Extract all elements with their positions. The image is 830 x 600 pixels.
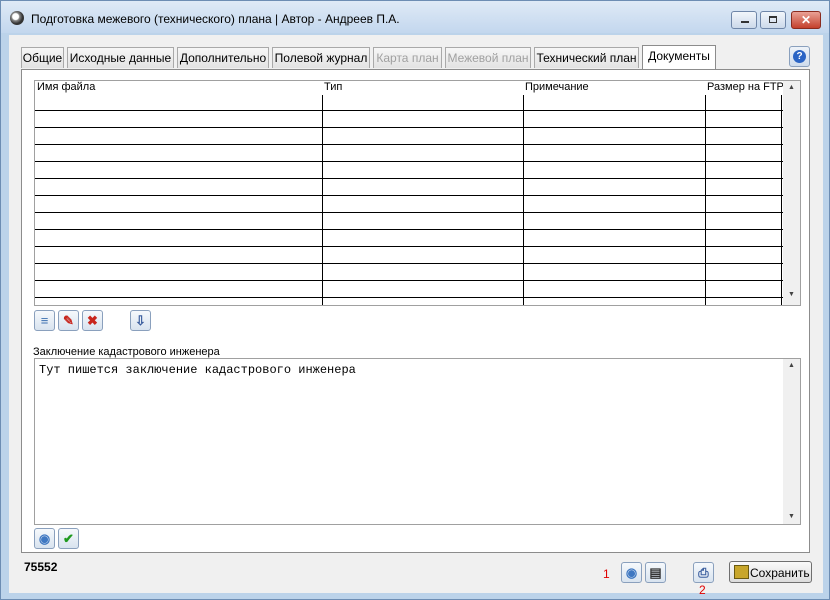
- tab-source-data[interactable]: Исходные данные: [67, 47, 174, 68]
- document-icon: ▤: [649, 565, 662, 580]
- table-row[interactable]: [35, 214, 783, 230]
- title-bar[interactable]: Подготовка межевого (технического) плана…: [1, 1, 829, 33]
- save-button[interactable]: Сохранить: [729, 561, 812, 583]
- table-row[interactable]: [35, 95, 783, 111]
- add-document-button[interactable]: ≡: [34, 310, 55, 331]
- checkmark-icon: ✔: [63, 531, 74, 546]
- column-header-ftp-size[interactable]: Размер на FTP: [707, 81, 783, 95]
- documents-table[interactable]: Имя файла Тип Примечание Размер на FTP ▲…: [34, 80, 801, 306]
- conclusion-label: Заключение кадастрового инженера: [33, 346, 220, 358]
- pencil-icon: ✎: [63, 313, 74, 328]
- tab-field-journal[interactable]: Полевой журнал: [272, 47, 370, 68]
- scroll-down-icon[interactable]: ▼: [783, 510, 800, 524]
- table-body: [35, 95, 783, 305]
- table-row[interactable]: [35, 180, 783, 196]
- maximize-button[interactable]: [760, 11, 786, 29]
- delete-document-button[interactable]: ✖: [82, 310, 103, 331]
- record-code: 75552: [24, 560, 58, 574]
- tab-general[interactable]: Общие: [21, 47, 64, 68]
- export-icon: ⇩: [135, 313, 146, 328]
- tab-boundary-plan[interactable]: Межевой план: [445, 47, 531, 68]
- app-icon: [10, 11, 24, 25]
- close-icon: ✕: [800, 13, 812, 27]
- minimize-button[interactable]: [731, 11, 757, 29]
- export-document-button[interactable]: ⇩: [130, 310, 151, 331]
- disc-button[interactable]: ◉: [621, 562, 642, 583]
- disc-icon: ◉: [38, 531, 51, 546]
- table-row[interactable]: [35, 112, 783, 128]
- table-row[interactable]: [35, 129, 783, 145]
- column-header-filename[interactable]: Имя файла: [37, 81, 321, 95]
- scroll-up-icon[interactable]: ▲: [783, 359, 800, 373]
- scroll-up-icon[interactable]: ▲: [783, 81, 800, 95]
- tab-additional[interactable]: Дополнительно: [177, 47, 269, 68]
- tab-documents[interactable]: Документы: [642, 45, 716, 69]
- conclusion-apply-button[interactable]: ✔: [58, 528, 79, 549]
- column-divider: [523, 95, 524, 305]
- table-row[interactable]: [35, 163, 783, 179]
- table-row[interactable]: [35, 146, 783, 162]
- column-divider: [781, 95, 782, 305]
- table-vertical-scrollbar[interactable]: ▲ ▼: [783, 81, 800, 305]
- table-row[interactable]: [35, 197, 783, 213]
- window-title: Подготовка межевого (технического) плана…: [31, 12, 400, 26]
- conclusion-text[interactable]: Тут пишется заключение кадастрового инже…: [39, 363, 356, 377]
- help-button[interactable]: ?: [789, 46, 810, 67]
- documents-tab-panel: Имя файла Тип Примечание Размер на FTP ▲…: [21, 69, 810, 553]
- column-divider: [322, 95, 323, 305]
- conclusion-template-button[interactable]: ◉: [34, 528, 55, 549]
- column-divider: [705, 95, 706, 305]
- tab-technical-plan[interactable]: Технический план: [534, 47, 639, 68]
- save-icon: [734, 565, 749, 579]
- dialog-client-area: Общие Исходные данные Дополнительно Поле…: [9, 35, 823, 597]
- annotation-marker-1: 1: [603, 567, 610, 581]
- minimize-icon: [741, 21, 749, 23]
- column-header-note[interactable]: Примечание: [525, 81, 703, 95]
- table-row[interactable]: [35, 265, 783, 281]
- edit-document-button[interactable]: ✎: [58, 310, 79, 331]
- tab-map-plan[interactable]: Карта план: [373, 47, 442, 68]
- table-row[interactable]: [35, 231, 783, 247]
- annotation-marker-2: 2: [699, 583, 706, 597]
- scroll-down-icon[interactable]: ▼: [783, 288, 800, 302]
- conclusion-vertical-scrollbar[interactable]: ▲ ▼: [783, 359, 800, 524]
- print-button[interactable]: ⎙: [693, 562, 714, 583]
- document-button[interactable]: ▤: [645, 562, 666, 583]
- disc-icon: ◉: [625, 565, 638, 580]
- close-button[interactable]: ✕: [791, 11, 821, 29]
- maximize-icon: [769, 16, 777, 23]
- table-row[interactable]: [35, 248, 783, 264]
- print-icon: ⎙: [698, 565, 709, 580]
- conclusion-textarea[interactable]: Тут пишется заключение кадастрового инже…: [34, 358, 801, 525]
- document-icon: ≡: [40, 313, 49, 328]
- table-row[interactable]: [35, 282, 783, 298]
- save-button-label: Сохранить: [750, 566, 810, 580]
- column-header-type[interactable]: Тип: [324, 81, 522, 95]
- help-icon: ?: [793, 50, 806, 63]
- application-window: Подготовка межевого (технического) плана…: [0, 0, 830, 600]
- delete-icon: ✖: [87, 313, 98, 328]
- table-header: Имя файла Тип Примечание Размер на FTP: [35, 81, 785, 95]
